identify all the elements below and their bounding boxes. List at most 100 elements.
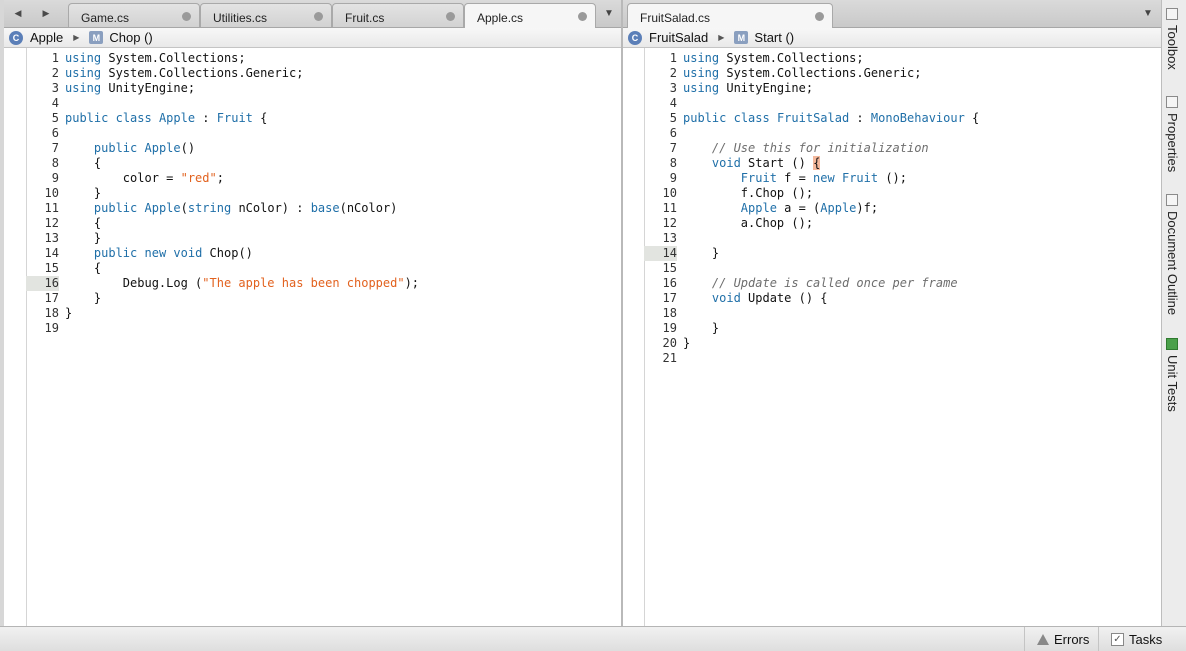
code-line[interactable]: 7 public Apple() — [4, 141, 621, 156]
errors-button[interactable]: Errors — [1024, 627, 1098, 651]
code-text: f.Chop (); — [683, 186, 814, 200]
code-line[interactable]: 3 using UnityEngine; — [623, 81, 1161, 96]
code-line[interactable]: 15 { — [4, 261, 621, 276]
code-line[interactable]: 8 { — [4, 156, 621, 171]
tab-list-dropdown[interactable]: ▼ — [598, 0, 620, 27]
forward-nav-button[interactable]: ▶ — [32, 0, 60, 27]
code-line[interactable]: 18} — [4, 306, 621, 321]
close-tab-icon[interactable] — [815, 12, 824, 21]
tab-fruit-cs[interactable]: Fruit.cs — [332, 3, 464, 27]
code-line[interactable]: 6 — [623, 126, 1161, 141]
tab-list-dropdown[interactable]: ▼ — [1137, 0, 1159, 27]
tasks-button[interactable]: ✓ Tasks — [1098, 627, 1186, 651]
line-number: 8 — [51, 156, 59, 170]
code-line[interactable]: 12 a.Chop (); — [623, 216, 1161, 231]
pad-label: Properties — [1165, 113, 1180, 173]
line-number: 13 — [44, 231, 59, 245]
close-tab-icon[interactable] — [314, 12, 323, 21]
code-line[interactable]: 8 void Start () { — [623, 156, 1161, 171]
code-line[interactable]: 9 color = "red"; — [4, 171, 621, 186]
tab-utilities-cs[interactable]: Utilities.cs — [200, 3, 332, 27]
code-text: public Apple(string nColor) : base(nColo… — [93, 201, 398, 215]
line-number: 12 — [44, 216, 59, 230]
code-line[interactable]: 1 using System.Collections; — [4, 51, 621, 66]
code-line[interactable]: 2 using System.Collections.Generic; — [4, 66, 621, 81]
code-line[interactable]: 21 — [623, 351, 1161, 366]
code-line[interactable]: 18 — [623, 306, 1161, 321]
code-text: Apple a = (Apple)f; — [740, 201, 879, 215]
code-line[interactable]: 12 { — [4, 216, 621, 231]
code-text: { — [65, 261, 102, 275]
warning-triangle-icon — [1037, 633, 1049, 645]
line-number: 17 — [44, 291, 59, 305]
class-icon: C — [628, 30, 642, 45]
code-text: public Apple() — [93, 141, 196, 155]
code-line[interactable]: 15 — [623, 261, 1161, 276]
document-outline-icon — [1166, 194, 1178, 206]
line-number: 6 — [51, 126, 59, 140]
code-line[interactable]: 6 — [4, 126, 621, 141]
code-editor-left[interactable]: 1 using System.Collections; 2 using System.… — [4, 48, 621, 626]
code-line[interactable]: 16 // Update is called once per frame — [623, 276, 1161, 291]
code-line[interactable]: 7 // Use this for initialization — [623, 141, 1161, 156]
code-line[interactable]: 19 } — [623, 321, 1161, 336]
pad-toolbox[interactable]: Toolbox — [1165, 8, 1180, 70]
code-line[interactable]: 14 public new void Chop() — [4, 246, 621, 261]
code-text: using System.Collections.Generic; — [65, 66, 304, 80]
line-number: 8 — [669, 156, 677, 170]
code-line[interactable]: 3 using UnityEngine; — [4, 81, 621, 96]
back-arrow-icon: ◀ — [14, 8, 22, 18]
code-text: Fruit f = new Fruit (); — [740, 171, 907, 185]
line-number: 18 — [662, 306, 677, 320]
code-line[interactable]: 2 using System.Collections.Generic; — [623, 66, 1161, 81]
code-line[interactable]: 14 } — [623, 246, 1161, 261]
breadcrumb-method[interactable]: Chop () — [109, 30, 152, 45]
pad-properties[interactable]: Properties — [1165, 96, 1180, 172]
code-line[interactable]: 20} — [623, 336, 1161, 351]
line-number: 14 — [44, 246, 59, 260]
status-bar: Errors ✓ Tasks — [0, 626, 1186, 651]
line-number: 5 — [669, 111, 677, 125]
code-line[interactable]: 4 — [4, 96, 621, 111]
breadcrumb-method[interactable]: Start () — [754, 30, 794, 45]
code-line[interactable]: 10 } — [4, 186, 621, 201]
tab-label: FruitSalad.cs — [640, 11, 711, 25]
back-nav-button[interactable]: ◀ — [4, 0, 32, 27]
code-line[interactable]: 11 public Apple(string nColor) : base(nC… — [4, 201, 621, 216]
code-line[interactable]: 19 — [4, 321, 621, 336]
close-tab-icon[interactable] — [446, 12, 455, 21]
breadcrumb-class[interactable]: Apple — [30, 30, 63, 45]
tab-label: Utilities.cs — [213, 11, 268, 25]
line-number: 6 — [669, 126, 677, 140]
code-text: Debug.Log ("The apple has been chopped")… — [65, 276, 420, 290]
breadcrumb-separator-icon: ▶ — [718, 33, 725, 42]
tab-apple-cs[interactable]: Apple.cs — [464, 3, 596, 28]
code-line[interactable]: 11 Apple a = (Apple)f; — [623, 201, 1161, 216]
chevron-down-icon: ▼ — [1143, 8, 1153, 19]
code-line[interactable]: 10 f.Chop (); — [623, 186, 1161, 201]
tab-game-cs[interactable]: Game.cs — [68, 3, 200, 27]
breadcrumb-class[interactable]: FruitSalad — [649, 30, 708, 45]
code-area[interactable]: 1 using System.Collections; 2 using System.… — [4, 51, 621, 336]
tab-fruitsalad-cs[interactable]: FruitSalad.cs — [627, 3, 833, 28]
code-line[interactable]: 13 } — [4, 231, 621, 246]
close-tab-icon[interactable] — [182, 12, 191, 21]
close-tab-icon[interactable] — [578, 12, 587, 21]
code-line[interactable]: 5 public class FruitSalad : MonoBehaviour… — [623, 111, 1161, 126]
code-line[interactable]: 17 } — [4, 291, 621, 306]
code-text: using System.Collections; — [65, 51, 246, 65]
code-area[interactable]: 1 using System.Collections; 2 using System.… — [623, 51, 1161, 366]
code-line[interactable]: 4 — [623, 96, 1161, 111]
left-tab-bar: ◀ ▶ Game.cs Utilities.cs Fruit.cs Apple.… — [4, 0, 621, 28]
code-line[interactable]: 13 — [623, 231, 1161, 246]
code-line[interactable]: 1 using System.Collections; — [623, 51, 1161, 66]
code-line[interactable]: 17 void Update () { — [623, 291, 1161, 306]
pad-unit-tests[interactable]: Unit Tests — [1165, 338, 1180, 412]
code-line[interactable]: 16 Debug.Log ("The apple has been choppe… — [4, 276, 621, 291]
code-line[interactable]: 5 public class Apple : Fruit { — [4, 111, 621, 126]
code-editor-right[interactable]: 1 using System.Collections; 2 using System.… — [623, 48, 1161, 626]
line-number: 13 — [662, 231, 677, 245]
code-line[interactable]: 9 Fruit f = new Fruit (); — [623, 171, 1161, 186]
properties-icon — [1166, 96, 1178, 108]
pad-document-outline[interactable]: Document Outline — [1165, 194, 1180, 315]
